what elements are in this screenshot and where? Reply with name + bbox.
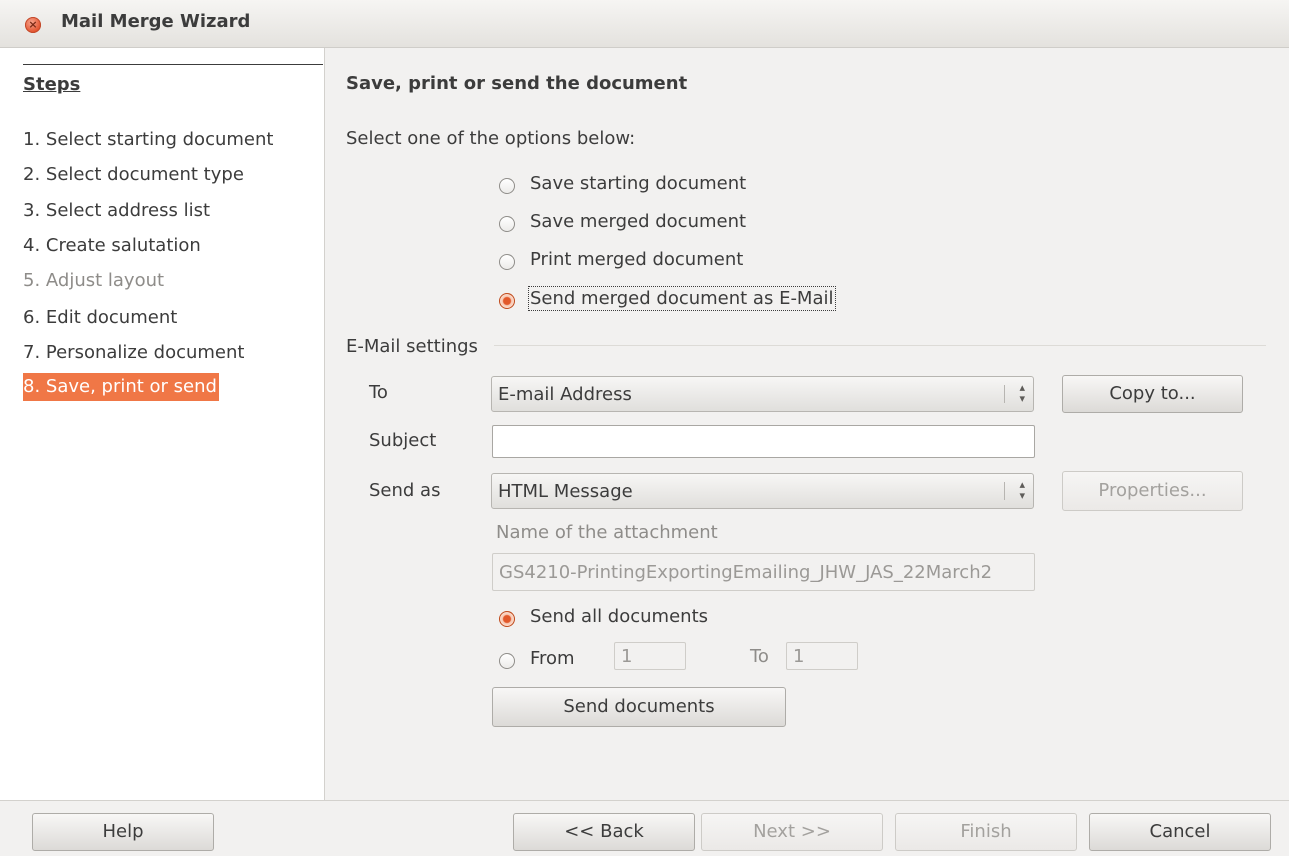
steps-header: Steps	[23, 74, 81, 95]
finish-button[interactable]: Finish	[895, 813, 1077, 851]
to-address-value: E-mail Address	[498, 384, 632, 405]
back-button[interactable]: << Back	[513, 813, 695, 851]
step-edit-document[interactable]: 6. Edit document	[23, 304, 177, 332]
combo-separator	[1004, 385, 1005, 403]
next-button[interactable]: Next >>	[701, 813, 883, 851]
to-range-value: 1	[793, 646, 805, 667]
copy-to-button[interactable]: Copy to...	[1062, 375, 1243, 413]
attachment-name-input[interactable]: GS4210-PrintingExportingEmailing_JHW_JAS…	[492, 553, 1035, 591]
from-range-input[interactable]: 1	[614, 642, 686, 670]
label-send-all-documents[interactable]: Send all documents	[530, 606, 708, 627]
label-send-merged-email[interactable]: Send merged document as E-Mail	[528, 286, 836, 311]
label-save-starting-document[interactable]: Save starting document	[530, 173, 746, 194]
step-create-salutation[interactable]: 4. Create salutation	[23, 232, 201, 260]
help-button[interactable]: Help	[32, 813, 214, 851]
to-address-select[interactable]: E-mail Address ▴ ▾	[491, 376, 1034, 412]
spin-arrows-icon: ▴ ▾	[1019, 381, 1025, 405]
label-print-merged-document[interactable]: Print merged document	[530, 249, 743, 270]
radio-send-all-documents[interactable]	[499, 611, 515, 627]
step-select-document-type[interactable]: 2. Select document type	[23, 161, 244, 189]
close-window-icon[interactable]: ×	[25, 17, 41, 33]
label-save-merged-document[interactable]: Save merged document	[530, 211, 746, 232]
attachment-name-label: Name of the attachment	[496, 522, 718, 543]
step-select-starting-document[interactable]: 1. Select starting document	[23, 126, 273, 154]
step-select-address-list[interactable]: 3. Select address list	[23, 197, 210, 225]
combo-separator	[1004, 482, 1005, 500]
email-settings-divider	[494, 345, 1266, 346]
steps-sidebar: Steps 1. Select starting document 2. Sel…	[0, 48, 325, 800]
step-adjust-layout: 5. Adjust layout	[23, 270, 165, 291]
send-as-value: HTML Message	[498, 481, 633, 502]
label-from-range[interactable]: From	[530, 648, 575, 669]
subject-input[interactable]	[492, 425, 1035, 458]
to-range-label: To	[750, 646, 769, 667]
steps-divider	[23, 64, 323, 65]
properties-button[interactable]: Properties...	[1062, 471, 1243, 511]
spin-arrows-icon: ▴ ▾	[1019, 478, 1025, 502]
to-range-input[interactable]: 1	[786, 642, 858, 670]
radio-print-merged-document[interactable]	[499, 254, 515, 270]
cancel-button[interactable]: Cancel	[1089, 813, 1271, 851]
send-documents-button[interactable]: Send documents	[492, 687, 786, 727]
options-prompt: Select one of the options below:	[346, 128, 636, 149]
send-as-select[interactable]: HTML Message ▴ ▾	[491, 473, 1034, 509]
page-title: Save, print or send the document	[346, 73, 688, 94]
title-bar: × Mail Merge Wizard	[0, 0, 1289, 48]
step-save-print-send[interactable]: 8. Save, print or send	[23, 373, 219, 401]
radio-from-range[interactable]	[499, 653, 515, 669]
to-label: To	[369, 382, 388, 403]
dialog-footer: Help << Back Next >> Finish Cancel	[0, 800, 1289, 856]
radio-save-starting-document[interactable]	[499, 178, 515, 194]
radio-send-merged-email[interactable]	[499, 293, 515, 309]
from-range-value: 1	[621, 646, 633, 667]
subject-label: Subject	[369, 430, 437, 451]
attachment-name-value: GS4210-PrintingExportingEmailing_JHW_JAS…	[499, 562, 993, 583]
email-settings-heading: E-Mail settings	[346, 336, 478, 357]
send-as-label: Send as	[369, 480, 441, 501]
step-personalize-document[interactable]: 7. Personalize document	[23, 339, 244, 367]
window-title: Mail Merge Wizard	[61, 11, 251, 32]
radio-save-merged-document[interactable]	[499, 216, 515, 232]
